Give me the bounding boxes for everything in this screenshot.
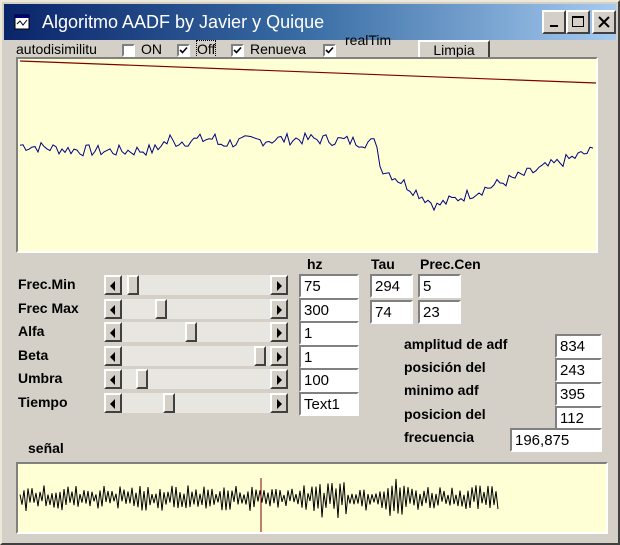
slider-thumb[interactable]: [254, 345, 266, 366]
hz-value-0[interactable]: 75: [299, 274, 359, 298]
close-button[interactable]: [592, 10, 616, 34]
signal-waveform: [19, 478, 499, 519]
slider-right-arrow-button[interactable]: [270, 392, 288, 413]
checkmark-icon: [325, 46, 334, 54]
hz-header: hz: [307, 256, 323, 272]
senal-label: señal: [28, 440, 64, 456]
checkmark-icon: [233, 46, 242, 54]
on-checkbox[interactable]: [177, 44, 190, 57]
tau-header: Tau: [371, 256, 395, 272]
hz-value-2[interactable]: 1: [299, 321, 359, 345]
maximize-button[interactable]: [566, 10, 590, 34]
minimo-adf-label: minimo adf: [404, 382, 479, 398]
prec-value-0[interactable]: 5: [418, 274, 461, 298]
autodisimilitud-label: autodisimilitu: [16, 41, 97, 57]
off-checkbox[interactable]: [231, 44, 244, 57]
arrow-left-icon: [110, 351, 115, 362]
adf-plot-canvas: [19, 60, 596, 212]
on-label: ON: [141, 41, 162, 57]
off-label: Off: [195, 40, 217, 58]
arrow-left-icon: [110, 304, 115, 315]
renueva-checkbox[interactable]: [323, 44, 336, 57]
slider-thumb[interactable]: [127, 275, 139, 295]
slider-left-arrow-button[interactable]: [104, 345, 122, 366]
arrow-left-icon: [110, 375, 115, 385]
posicion-del-2-value[interactable]: 112: [555, 406, 602, 430]
frecuencia-label: frecuencia: [404, 429, 475, 445]
slider-thumb[interactable]: [163, 392, 175, 413]
slider-label-5: Tiempo: [18, 393, 68, 410]
slider-left-arrow-button[interactable]: [104, 322, 122, 342]
slider-thumb[interactable]: [136, 369, 148, 389]
signal-plot-canvas: [19, 478, 499, 532]
signal-plot: [16, 462, 608, 534]
adf-curve: [19, 131, 594, 212]
prec-cen-header: Prec.Cen: [420, 256, 481, 272]
slider-0[interactable]: [104, 275, 288, 295]
slider-thumb[interactable]: [155, 298, 167, 319]
slider-thumb[interactable]: [185, 322, 197, 342]
slider-label-1: Frec Max: [18, 299, 79, 316]
arrow-right-icon: [277, 281, 282, 291]
amplitud-adf-value[interactable]: 834: [555, 334, 602, 358]
arrow-left-icon: [110, 281, 115, 291]
posicion-del-2-label: posicion del: [404, 406, 486, 422]
arrow-right-icon: [277, 351, 282, 362]
slider-3[interactable]: [104, 345, 288, 366]
app-window: Algoritmo AADF by Javier y Quique autodi…: [0, 0, 620, 545]
slider-2[interactable]: [104, 322, 288, 342]
hz-value-5[interactable]: Text1: [299, 391, 359, 416]
arrow-left-icon: [110, 328, 115, 338]
arrow-left-icon: [110, 398, 115, 409]
hz-value-1[interactable]: 300: [299, 297, 359, 322]
tau-value-0[interactable]: 294: [370, 274, 413, 298]
prec-value-1[interactable]: 23: [418, 300, 461, 324]
slider-5[interactable]: [104, 392, 288, 413]
minimize-icon: [550, 25, 558, 27]
slider-label-0: Frec.Min: [18, 276, 76, 292]
hz-value-3[interactable]: 1: [299, 344, 359, 369]
close-icon: [598, 16, 610, 28]
minimo-adf-value[interactable]: 395: [555, 382, 602, 406]
slider-left-arrow-button[interactable]: [104, 392, 122, 413]
slider-4[interactable]: [104, 369, 288, 389]
arrow-right-icon: [277, 328, 282, 338]
realtime-label: realTim: [345, 32, 392, 48]
arrow-right-icon: [277, 375, 282, 385]
posicion-del-value[interactable]: 243: [555, 358, 602, 382]
slider-left-arrow-button[interactable]: [104, 275, 122, 295]
slider-right-arrow-button[interactable]: [270, 369, 288, 389]
slider-1[interactable]: [104, 298, 288, 319]
app-window-icon: [14, 14, 30, 30]
renueva-label: Renueva: [250, 41, 307, 57]
maximize-icon: [572, 16, 584, 27]
slider-label-2: Alfa: [18, 323, 45, 339]
minimize-button[interactable]: [542, 10, 566, 34]
arrow-right-icon: [277, 398, 282, 409]
slider-right-arrow-button[interactable]: [270, 345, 288, 366]
checkmark-icon: [179, 46, 188, 54]
tau-value-1[interactable]: 74: [370, 300, 413, 324]
hz-value-4[interactable]: 100: [299, 368, 359, 392]
slider-label-3: Beta: [18, 346, 49, 363]
slider-label-4: Umbra: [18, 370, 63, 386]
slider-right-arrow-button[interactable]: [270, 275, 288, 295]
slider-left-arrow-button[interactable]: [104, 369, 122, 389]
window-title: Algoritmo AADF by Javier y Quique: [42, 12, 325, 32]
reference-line: [19, 60, 596, 84]
slider-right-arrow-button[interactable]: [270, 322, 288, 342]
posicion-del-label: posición del: [404, 359, 486, 375]
arrow-right-icon: [277, 304, 282, 315]
title-bar[interactable]: Algoritmo AADF by Javier y Quique: [4, 4, 616, 40]
frecuencia-value[interactable]: 196,875: [510, 428, 602, 452]
adf-plot: [16, 57, 598, 253]
slider-right-arrow-button[interactable]: [270, 298, 288, 319]
amplitud-adf-label: amplitud de adf: [404, 336, 508, 352]
slider-left-arrow-button[interactable]: [104, 298, 122, 319]
autodisimilitud-checkbox[interactable]: [122, 44, 135, 57]
